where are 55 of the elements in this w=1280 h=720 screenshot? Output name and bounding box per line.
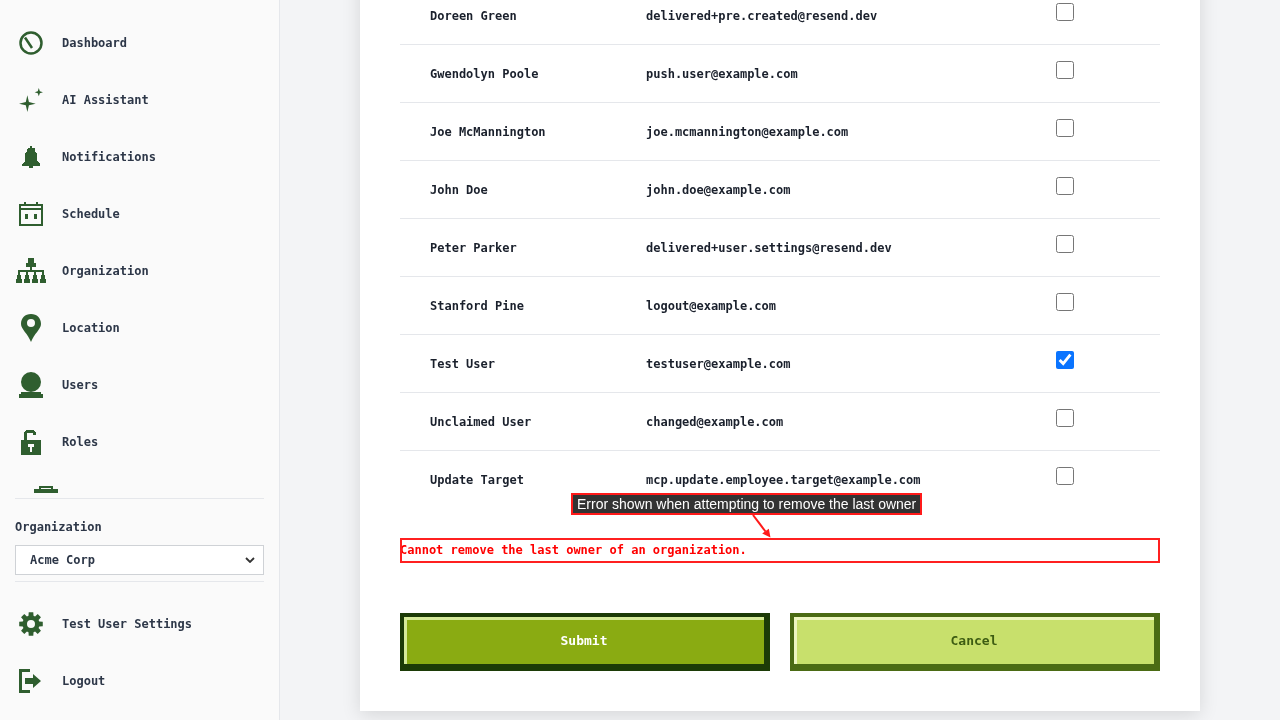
logout-icon — [19, 668, 43, 693]
member-email: joe.mcmannington@example.com — [646, 124, 849, 139]
cancel-button[interactable]: Cancel — [790, 613, 1160, 671]
member-name: Test User — [430, 356, 496, 371]
row-checkbox[interactable] — [1056, 176, 1074, 195]
gauge-icon — [19, 30, 43, 55]
member-name: Joe McMannington — [430, 124, 546, 139]
annotation-arrow — [750, 515, 771, 538]
error-message: Cannot remove the last owner of an organization. — [400, 538, 1160, 563]
member-name: John Doe — [430, 182, 488, 197]
member-name: Doreen Green — [430, 8, 517, 23]
row-checkbox[interactable] — [1056, 292, 1074, 311]
user-icon — [19, 371, 43, 398]
member-name: Gwendolyn Poole — [430, 66, 539, 81]
row-checkbox[interactable] — [1056, 60, 1074, 79]
briefcase-icon — [34, 486, 58, 493]
member-email: john.doe@example.com — [646, 182, 791, 197]
member-name: Unclaimed User — [430, 414, 532, 429]
chevron-icon — [245, 557, 255, 563]
member-name: Stanford Pine — [430, 298, 524, 313]
map-pin-icon — [21, 313, 41, 342]
member-name: Peter Parker — [430, 240, 517, 255]
nav-item[interactable]: Users — [15, 356, 264, 413]
nav-item[interactable]: Dashboard — [15, 14, 264, 71]
member-email: push.user@example.com — [646, 66, 798, 81]
calendar-icon — [19, 201, 43, 226]
sparkle-icon — [18, 86, 44, 113]
member-email: delivered+pre.created@resend.dev — [646, 8, 878, 23]
row-checkbox[interactable] — [1056, 2, 1074, 21]
nav-item[interactable]: AI Assistant — [15, 71, 264, 128]
nav-item[interactable]: Location — [15, 299, 264, 356]
nav-item[interactable]: Schedule — [15, 185, 264, 242]
gear-icon — [19, 611, 43, 636]
member-email: changed@example.com — [646, 414, 784, 429]
row-checkbox[interactable] — [1056, 234, 1074, 253]
member-email: delivered+user.settings@resend.dev — [646, 240, 892, 255]
nav-item[interactable]: Test User Settings — [15, 595, 264, 652]
padlock-icon — [21, 428, 41, 455]
member-email: testuser@example.com — [646, 356, 791, 371]
member-email: mcp.update.employee.target@example.com — [646, 472, 921, 487]
organization-select[interactable]: Acme Corp — [15, 545, 264, 575]
row-checkbox[interactable] — [1056, 466, 1074, 485]
bell-icon — [19, 144, 43, 169]
row-checkbox[interactable] — [1056, 408, 1074, 427]
member-email: logout@example.com — [646, 298, 777, 313]
org-chart-icon — [15, 258, 47, 283]
nav-item[interactable]: Notifications — [15, 128, 264, 185]
organization-label: Organization — [15, 519, 102, 535]
member-name: Update Target — [430, 472, 524, 487]
row-checkbox[interactable] — [1056, 350, 1074, 369]
nav-item[interactable]: Organization — [15, 242, 264, 299]
annotation-label: Error shown when attempting to remove the last owner — [571, 493, 923, 515]
nav-item[interactable]: Logout — [15, 652, 264, 709]
row-checkbox[interactable] — [1056, 118, 1074, 137]
nav-item[interactable]: Roles — [15, 413, 264, 470]
